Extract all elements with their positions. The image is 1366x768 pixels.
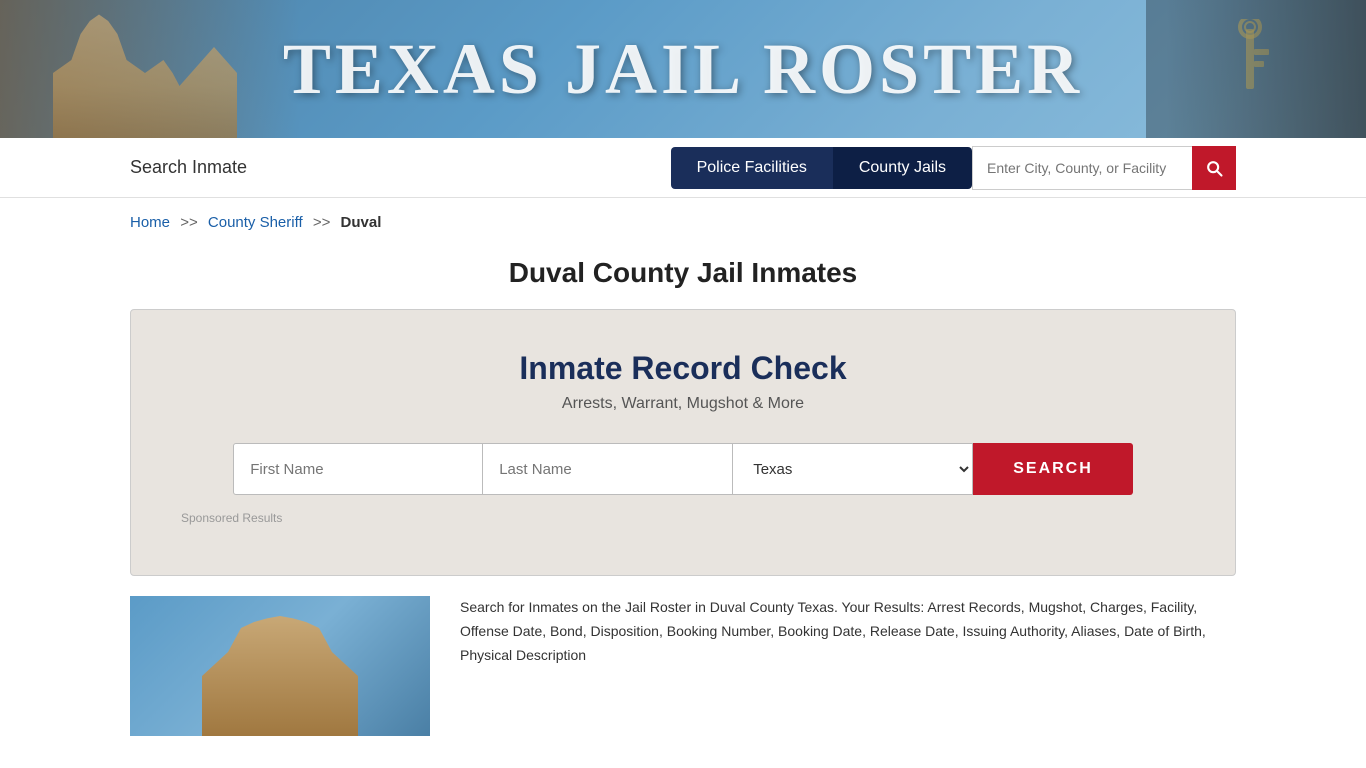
state-select[interactable]: AlabamaAlaskaArizonaArkansasCaliforniaCo… xyxy=(733,443,973,495)
page-title: Duval County Jail Inmates xyxy=(0,257,1366,289)
banner: Texas Jail Roster xyxy=(0,0,1366,138)
search-widget: Inmate Record Check Arrests, Warrant, Mu… xyxy=(130,309,1236,576)
last-name-input[interactable] xyxy=(483,443,733,495)
first-name-input[interactable] xyxy=(233,443,483,495)
county-jails-button[interactable]: County Jails xyxy=(833,147,972,189)
bottom-section: Search for Inmates on the Jail Roster in… xyxy=(0,596,1366,736)
bottom-image-capitol xyxy=(150,616,410,736)
breadcrumb-home[interactable]: Home xyxy=(130,214,170,231)
facility-search-button[interactable] xyxy=(1192,146,1236,190)
page-title-section: Duval County Jail Inmates xyxy=(0,247,1366,309)
breadcrumb-sep-1: >> xyxy=(180,214,198,231)
widget-title: Inmate Record Check xyxy=(181,350,1185,387)
navbar-brand: Search Inmate xyxy=(130,157,247,178)
breadcrumb-sep-2: >> xyxy=(313,214,331,231)
inmate-search-button[interactable]: SEARCH xyxy=(973,443,1133,495)
police-facilities-button[interactable]: Police Facilities xyxy=(671,147,833,189)
breadcrumb: Home >> County Sheriff >> Duval xyxy=(0,198,1366,247)
navbar: Search Inmate Police Facilities County J… xyxy=(0,138,1366,198)
nav-buttons: Police Facilities County Jails xyxy=(671,147,972,189)
widget-subtitle: Arrests, Warrant, Mugshot & More xyxy=(181,395,1185,413)
facility-search-input[interactable] xyxy=(972,146,1192,190)
banner-right-overlay xyxy=(1166,0,1366,138)
bottom-description: Search for Inmates on the Jail Roster in… xyxy=(460,596,1236,667)
search-icon xyxy=(1204,158,1224,178)
bottom-image xyxy=(130,596,430,736)
breadcrumb-county-sheriff[interactable]: County Sheriff xyxy=(208,214,303,231)
breadcrumb-current: Duval xyxy=(341,214,382,231)
sponsored-label: Sponsored Results xyxy=(181,511,1185,525)
banner-title: Texas Jail Roster xyxy=(283,28,1083,111)
widget-form: AlabamaAlaskaArizonaArkansasCaliforniaCo… xyxy=(181,443,1185,495)
